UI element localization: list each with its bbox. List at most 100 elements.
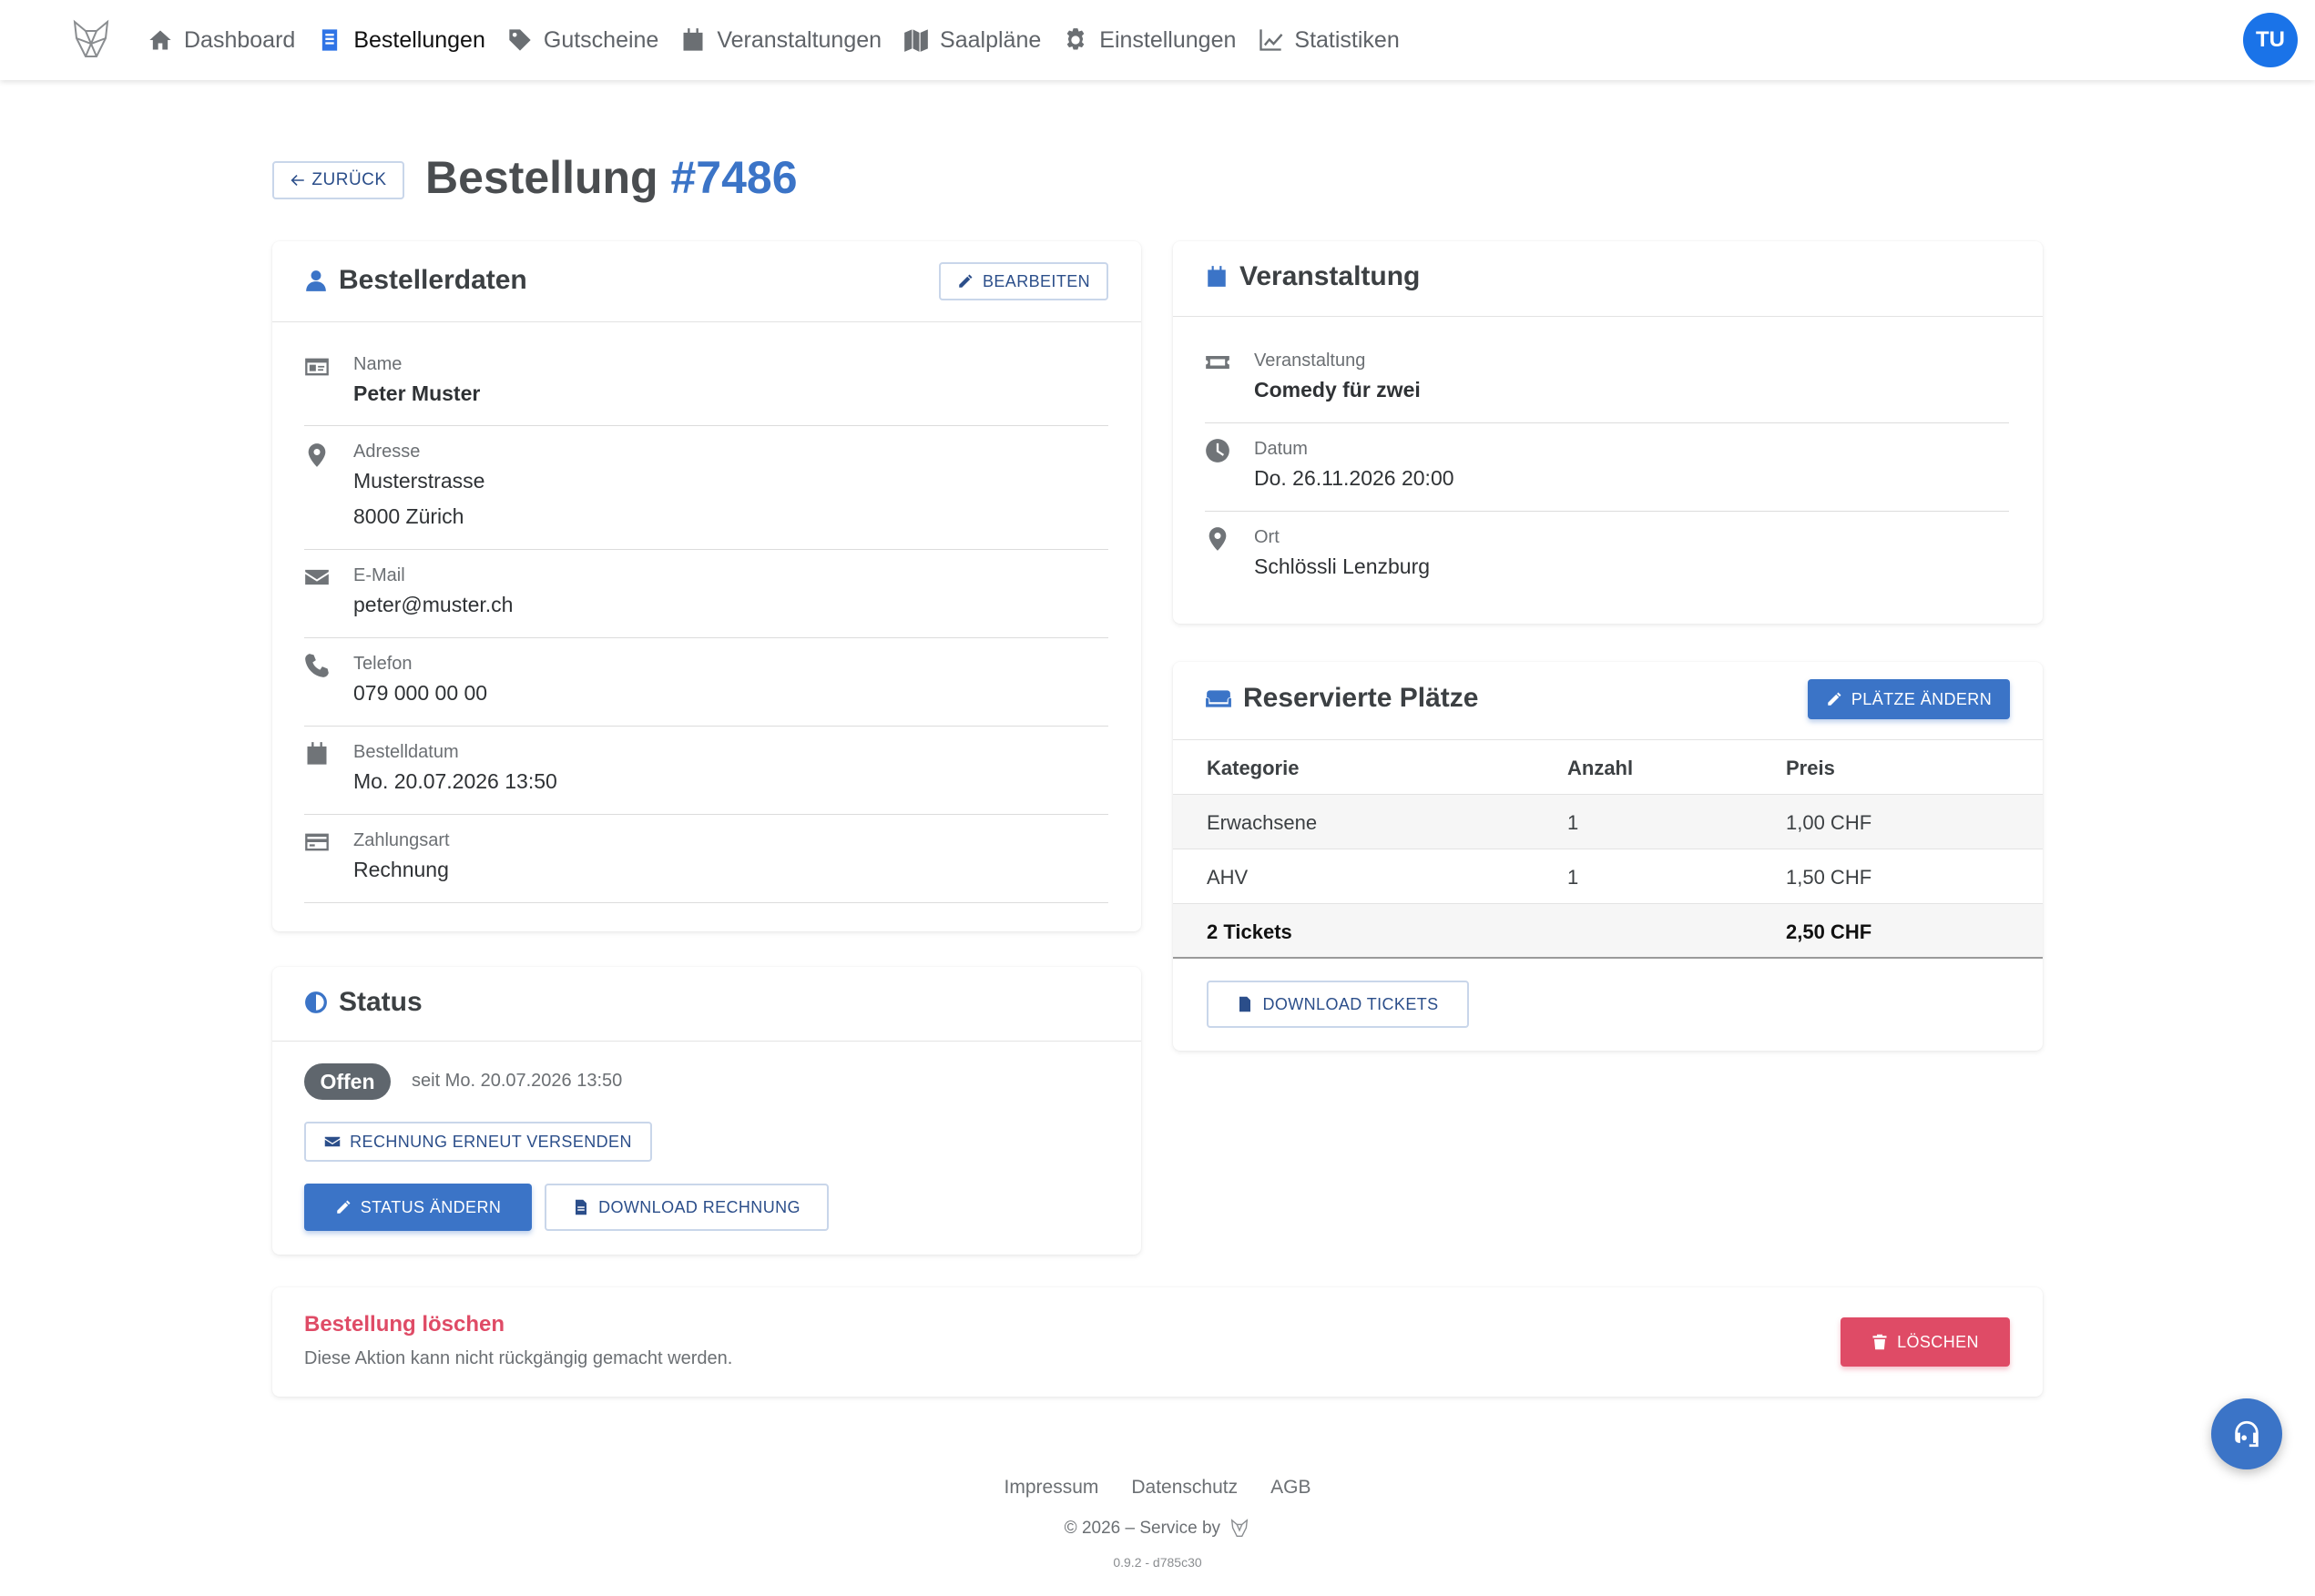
chart-line-icon [1259, 29, 1283, 51]
download-invoice-button[interactable]: DOWNLOAD RECHNUNG [545, 1184, 829, 1231]
main-nav: Dashboard Bestellungen Gutscheine Verans… [148, 0, 1422, 80]
clock-icon [1206, 439, 1229, 463]
seats-table-header: Kategorie Anzahl Preis [1173, 740, 2043, 795]
cell-category: Erwachsene [1207, 811, 1318, 834]
tag-icon [509, 29, 531, 51]
column-header-count: Anzahl [1567, 757, 1634, 779]
status-card: Status Offen seit Mo. 20.07.2026 13:50 R… [272, 967, 1141, 1255]
customer-card-header: Bestellerdaten BEARBEITEN [272, 241, 1141, 322]
pdf-file-icon [1239, 996, 1251, 1012]
location-pin-icon [1208, 527, 1227, 551]
cell-count: 1 [1567, 811, 1579, 834]
home-icon [149, 30, 171, 50]
footer-link-impressum[interactable]: Impressum [1005, 1477, 1099, 1499]
table-row: AHV 1 1,50 CHF [1173, 849, 2043, 904]
field-value: Mo. 20.07.2026 13:50 [353, 769, 557, 793]
copyright-text: © 2026 – Service by [1064, 1519, 1221, 1539]
total-label: 2 Tickets [1207, 920, 1292, 943]
event-field-date: Datum Do. 26.11.2026 20:00 [1205, 423, 2009, 512]
field-label: Veranstaltung [1254, 351, 1366, 371]
resend-invoice-button[interactable]: RECHNUNG ERNEUT VERSENDEN [304, 1122, 652, 1162]
table-row: Erwachsene 1 1,00 CHF [1173, 795, 2043, 849]
field-value: Schlössli Lenzburg [1254, 554, 1431, 578]
field-value: Musterstrasse [353, 469, 485, 493]
delete-order-button[interactable]: LÖSCHEN [1841, 1317, 2010, 1367]
table-total-row: 2 Tickets 2,50 CHF [1173, 904, 2043, 959]
app-version: 0.9.2 - d785c30 [1113, 1555, 1202, 1570]
trash-icon [1872, 1334, 1887, 1350]
download-tickets-label: DOWNLOAD TICKETS [1262, 994, 1439, 1013]
status-card-title: Status [304, 987, 423, 1018]
envelope-icon [305, 569, 329, 585]
nav-item-bestellungen[interactable]: Bestellungen [317, 0, 485, 80]
nav-item-dashboard[interactable]: Dashboard [148, 0, 295, 80]
customer-field-phone: Telefon 079 000 00 00 [304, 638, 1108, 727]
nav-item-label: Gutscheine [543, 26, 659, 53]
customer-card: Bestellerdaten BEARBEITEN Name Peter Mus… [272, 241, 1141, 931]
event-card: Veranstaltung Veranstaltung Comedy für z… [1173, 241, 2043, 624]
edit-customer-label: BEARBEITEN [982, 271, 1091, 290]
field-value: 079 000 00 00 [353, 681, 488, 705]
nav-item-label: Einstellungen [1099, 26, 1237, 53]
user-avatar[interactable]: TU [2243, 13, 2298, 67]
delete-order-label: LÖSCHEN [1897, 1332, 1979, 1351]
event-card-title-text: Veranstaltung [1239, 261, 1421, 291]
field-value: Do. 26.11.2026 20:00 [1254, 466, 1454, 490]
event-card-header: Veranstaltung [1173, 241, 2043, 317]
status-card-title-text: Status [339, 987, 423, 1017]
cell-category: AHV [1207, 866, 1249, 889]
seats-card: Reservierte Plätze PLÄTZE ÄNDERN Kategor… [1173, 662, 2043, 1051]
cell-count: 1 [1567, 866, 1579, 889]
status-badge: Offen [304, 1063, 391, 1100]
back-button[interactable]: ZURÜCK [272, 161, 404, 199]
field-value: Rechnung [353, 858, 449, 881]
support-button[interactable] [2211, 1398, 2282, 1469]
nav-item-label: Dashboard [184, 26, 296, 53]
customer-field-address: Adresse Musterstrasse 8000 Zürich [304, 426, 1108, 550]
fox-logo-icon[interactable] [67, 16, 115, 64]
customer-card-title-text: Bestellerdaten [339, 265, 527, 295]
field-label: Zahlungsart [353, 830, 450, 850]
file-icon [576, 1199, 587, 1215]
nav-item-label: Veranstaltungen [717, 26, 882, 53]
delete-order-card: Bestellung löschen Diese Aktion kann nic… [272, 1287, 2043, 1397]
status-since: seit Mo. 20.07.2026 13:50 [412, 1071, 623, 1091]
calendar-icon [1208, 266, 1226, 287]
event-card-title: Veranstaltung [1205, 261, 1420, 292]
calendar-icon [307, 742, 327, 765]
field-label: Name [353, 354, 403, 374]
change-seats-button[interactable]: PLÄTZE ÄNDERN [1808, 679, 2010, 719]
download-tickets-button[interactable]: DOWNLOAD TICKETS [1207, 981, 1469, 1028]
nav-item-gutscheine[interactable]: Gutscheine [507, 0, 658, 80]
pencil-icon [336, 1200, 351, 1214]
resend-invoice-label: RECHNUNG ERNEUT VERSENDEN [350, 1132, 632, 1151]
footer-link-datenschutz[interactable]: Datenschutz [1131, 1477, 1238, 1499]
calendar-icon [683, 28, 703, 51]
headset-icon [2235, 1420, 2259, 1448]
gear-icon [1066, 28, 1085, 50]
edit-customer-button[interactable]: BEARBEITEN [939, 262, 1108, 300]
page-title: Bestellung #7486 [425, 151, 798, 204]
field-label: E-Mail [353, 565, 405, 585]
download-invoice-label: DOWNLOAD RECHNUNG [598, 1197, 801, 1216]
nav-item-label: Bestellungen [353, 26, 485, 53]
field-label: Bestelldatum [353, 742, 459, 762]
credit-card-icon [305, 833, 329, 851]
map-icon [904, 29, 928, 52]
customer-field-payment: Zahlungsart Rechnung [304, 815, 1108, 903]
order-number: #7486 [670, 152, 798, 203]
nav-item-saalplaene[interactable]: Saalpläne [903, 0, 1041, 80]
field-label: Ort [1254, 527, 1280, 547]
nav-item-veranstaltungen[interactable]: Veranstaltungen [680, 0, 882, 80]
footer-link-agb[interactable]: AGB [1270, 1477, 1310, 1499]
nav-item-einstellungen[interactable]: Einstellungen [1063, 0, 1236, 80]
field-value: peter@muster.ch [353, 593, 514, 616]
nav-item-statistiken[interactable]: Statistiken [1258, 0, 1400, 80]
customer-field-email: E-Mail peter@muster.ch [304, 550, 1108, 638]
person-icon [306, 270, 326, 291]
field-label: Datum [1254, 439, 1308, 459]
change-status-button[interactable]: STATUS ÄNDERN [304, 1184, 532, 1231]
nav-item-label: Statistiken [1294, 26, 1400, 53]
delete-description: Diese Aktion kann nicht rückgängig gemac… [304, 1348, 733, 1368]
seats-card-title-text: Reservierte Plätze [1243, 683, 1479, 713]
